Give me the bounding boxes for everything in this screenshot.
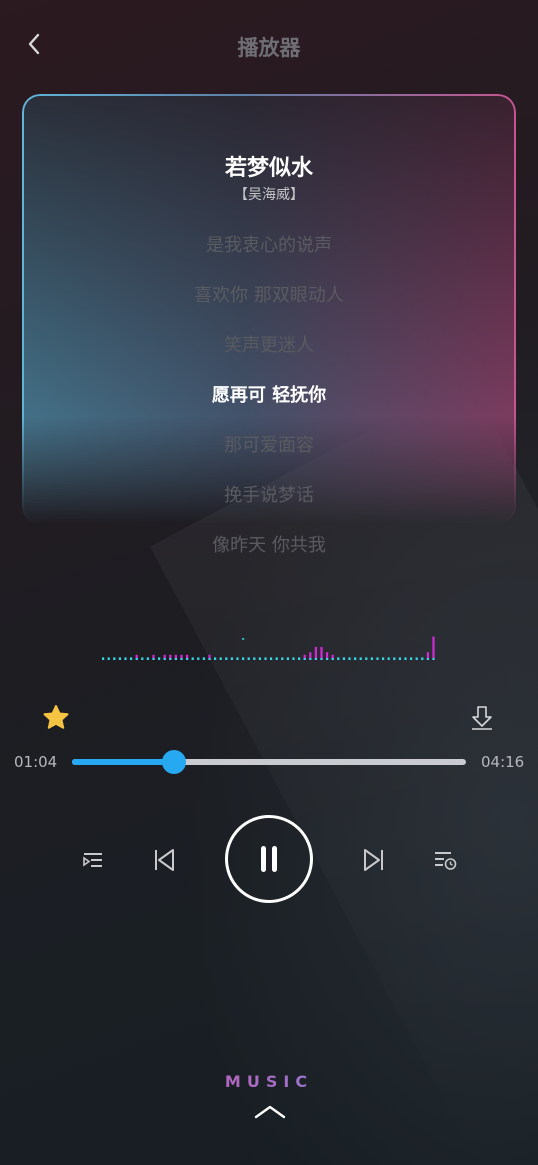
skip-next-icon [364,849,383,871]
playlist-icon [83,853,102,867]
lyric-line[interactable]: 挽手说梦话 [0,481,538,507]
visualizer-bar-base [320,658,323,660]
visualizer-peak [242,638,245,640]
visualizer-bar-base [174,658,177,660]
audio-visualizer [102,636,435,660]
visualizer-bar [404,657,407,660]
visualizer-bar-base [135,658,138,660]
visualizer-bar [158,657,161,660]
playlist-button[interactable] [78,845,108,875]
visualizer-bar-base [152,658,155,660]
visualizer-bar [342,657,345,660]
visualizer-bar [410,657,413,660]
visualizer-bar [202,657,205,660]
visualizer-bar [348,657,351,660]
skip-previous-icon [155,849,174,871]
visualizer-bar [191,657,194,660]
singer-name: 【吴海威】 [234,187,304,203]
play-pause-button[interactable] [225,815,313,903]
visualizer-bar-base [326,658,329,660]
visualizer-bar [264,657,267,660]
header: 播放器 [0,0,538,90]
visualizer-bar [337,657,340,660]
visualizer-bar [124,657,127,660]
visualizer-bar [102,657,105,660]
lyric-line[interactable]: 是我衷心的说声 [0,231,538,257]
progress-bar[interactable] [72,750,466,774]
visualizer-bar [365,657,368,660]
visualizer-bar [398,657,401,660]
visualizer-bar-base [180,658,183,660]
visualizer-bar [421,657,424,660]
visualizer-bar [270,657,273,660]
visualizer-bar [253,657,256,660]
visualizer-bar [230,657,233,660]
visualizer-bar [242,657,245,660]
visualizer-bar-base [309,658,312,660]
visualizer-bar [107,657,110,660]
visualizer-bar [258,657,261,660]
brand-label: MUSIC [0,1072,538,1091]
visualizer-bar-base [208,658,211,660]
song-title: 若梦似水 [224,156,313,181]
lyric-line-active[interactable]: 愿再可 轻抚你 [0,381,538,407]
current-time: 01:04 [14,753,58,771]
visualizer-bar [130,657,133,660]
history-icon [435,852,457,870]
visualizer-bar [370,657,373,660]
visualizer-bar [118,657,121,660]
visualizer-bar [219,657,222,660]
visualizer-bar [359,657,362,660]
visualizer-bar [197,657,200,660]
visualizer-bar-base [163,658,166,660]
visualizer-bar [286,657,289,660]
visualizer-bar [225,657,228,660]
progress-fill [72,759,175,765]
visualizer-bar [275,657,278,660]
pause-icon [261,846,277,872]
visualizer-bar-base [314,658,317,660]
visualizer-bar-base [331,658,334,660]
visualizer-bar [432,636,435,660]
favorite-button[interactable] [40,702,72,734]
visualizer-bar [236,657,239,660]
visualizer-bar [146,657,149,660]
lyric-line[interactable]: 像昨天 你共我 [0,531,538,557]
visualizer-bar [376,657,379,660]
visualizer-bar [393,657,396,660]
visualizer-bar-base [169,658,172,660]
total-time: 04:16 [481,753,525,771]
lyric-line[interactable]: 笑声更迷人 [0,331,538,357]
visualizer-bar [382,657,385,660]
download-icon [472,706,492,730]
visualizer-bar [387,657,390,660]
previous-button[interactable] [148,844,180,876]
visualizer-bar [281,657,284,660]
expand-button[interactable] [250,1098,290,1126]
visualizer-bar [354,657,357,660]
lyric-line[interactable]: 喜欢你 那双眼动人 [0,281,538,307]
history-button[interactable] [430,845,460,875]
visualizer-bar-base [186,658,189,660]
chevron-up-icon [254,1105,286,1119]
visualizer-bar-base [432,658,435,660]
download-button[interactable] [466,702,498,734]
visualizer-bar-base [303,658,306,660]
visualizer-bar [214,657,217,660]
visualizer-bar [292,657,295,660]
visualizer-bar [247,657,250,660]
lyric-line[interactable]: 那可爱面容 [0,431,538,457]
visualizer-bar [298,657,301,660]
next-button[interactable] [358,844,390,876]
star-icon [43,705,69,729]
visualizer-bar [113,657,116,660]
visualizer-bar [415,657,418,660]
visualizer-bar-base [426,658,429,660]
page-title: 播放器 [237,36,301,60]
visualizer-bar [141,657,144,660]
